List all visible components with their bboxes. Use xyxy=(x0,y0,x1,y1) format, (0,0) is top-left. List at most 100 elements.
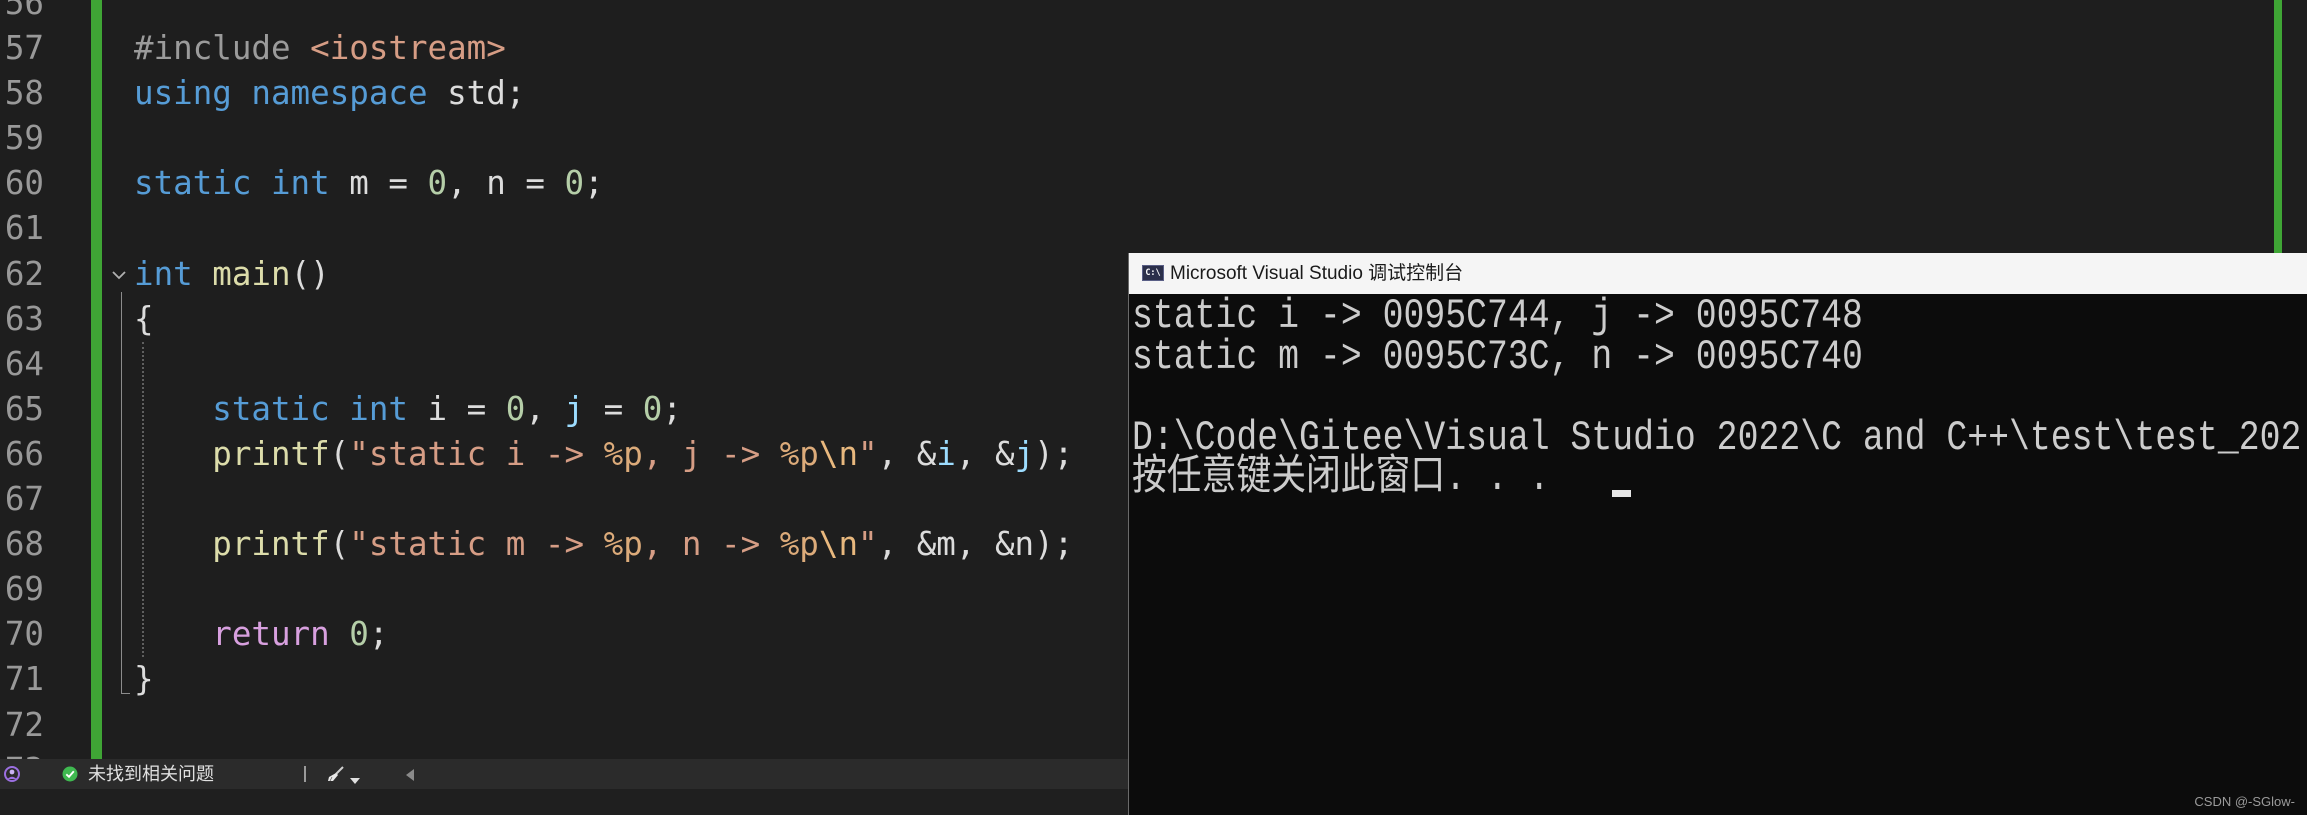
line-number: 72 xyxy=(4,705,44,744)
line-number-gutter: 56 57 58 59 60 61 62 63 64 65 66 67 68 6… xyxy=(0,0,44,759)
code-token: %p xyxy=(779,525,819,564)
console-app-icon: C:\ xyxy=(1142,265,1164,281)
line-number: 63 xyxy=(4,299,44,338)
code-token: ; xyxy=(584,164,604,203)
code-token: namespace xyxy=(251,74,428,113)
code-text: #include <iostream> using namespace std;… xyxy=(134,0,1073,759)
console-line: D:\Code\Gitee\Visual Studio 2022\C and C… xyxy=(1129,415,2307,462)
code-token: () xyxy=(290,254,330,293)
code-token: "static m -> xyxy=(349,525,604,564)
code-token: i xyxy=(936,434,956,473)
code-token: m = xyxy=(329,164,428,203)
copilot-icon[interactable] xyxy=(3,765,21,783)
line-number: 71 xyxy=(4,660,44,699)
line-number: 58 xyxy=(4,74,44,113)
chevron-down-icon[interactable] xyxy=(350,771,360,784)
code-line-66: printf ( "static i -> %p , j -> %p \n " … xyxy=(134,432,1073,477)
code-token: , n = xyxy=(447,164,565,203)
code-token: 0 xyxy=(642,389,663,428)
code-token: , & xyxy=(955,434,1015,473)
brush-icon[interactable] xyxy=(326,765,346,783)
code-token: = xyxy=(584,389,643,428)
outline-bracket xyxy=(121,292,130,694)
console-line-text: static m -> 0095C73C, n -> 0095C740 xyxy=(1132,334,1863,381)
change-tracking-bar xyxy=(91,0,102,759)
code-token: i = xyxy=(407,389,506,428)
code-token: main xyxy=(212,254,291,293)
code-token: std; xyxy=(427,74,526,113)
code-token: 0 xyxy=(349,615,369,654)
code-token: ( xyxy=(329,434,350,473)
code-token: j xyxy=(564,389,585,428)
code-token: printf xyxy=(212,525,330,564)
arrow-left-icon[interactable] xyxy=(405,768,415,781)
code-token: "static i -> xyxy=(349,434,604,473)
watermark: CSDN @-SGlow- xyxy=(2194,794,2295,809)
code-token: \n xyxy=(818,525,859,564)
code-token: ( xyxy=(329,525,350,564)
code-token: , j -> xyxy=(642,434,780,473)
console-line: static i -> 0095C744, j -> 0095C748 xyxy=(1129,294,2307,340)
line-number: 59 xyxy=(4,119,44,158)
code-token: " xyxy=(858,434,878,473)
code-token: <iostream> xyxy=(310,29,506,68)
line-number: 65 xyxy=(4,389,44,428)
code-token: %p xyxy=(779,434,819,473)
line-number: 73 xyxy=(0,748,44,759)
code-token: , &m, &n); xyxy=(877,525,1074,564)
code-token: \n xyxy=(818,434,859,473)
code-token: { xyxy=(134,299,154,338)
code-line-68: printf ( "static m -> %p , n -> %p \n " … xyxy=(134,522,1073,567)
code-token: ); xyxy=(1034,434,1074,473)
code-token: , xyxy=(525,389,565,428)
line-number: 56 xyxy=(4,0,44,22)
issues-text: 未找到相关问题 xyxy=(88,764,214,784)
console-icon-label: C:\ xyxy=(1145,268,1161,278)
console-line: 按任意键关闭此窗口. . . xyxy=(1129,456,2307,503)
code-token: static xyxy=(212,389,330,428)
line-number: 57 xyxy=(4,29,44,68)
code-token: return xyxy=(212,615,330,654)
code-token: 0 xyxy=(564,164,585,203)
code-line-57: #include <iostream> xyxy=(134,26,1073,71)
console-output[interactable]: static i -> 0095C744, j -> 0095C748 stat… xyxy=(1129,294,2307,815)
code-token: , n -> xyxy=(642,525,780,564)
code-token: int xyxy=(270,164,330,203)
code-line-71: } xyxy=(134,657,1073,702)
line-number: 64 xyxy=(4,344,44,383)
code-token: , & xyxy=(877,434,937,473)
line-number: 66 xyxy=(4,434,44,473)
code-token: #include xyxy=(134,29,291,68)
code-line-70: return 0 ; xyxy=(134,612,1073,657)
code-token: int xyxy=(134,254,193,293)
console-title-bar[interactable]: C:\ Microsoft Visual Studio 调试控制台 xyxy=(1129,253,2307,294)
console-title: Microsoft Visual Studio 调试控制台 xyxy=(1170,263,1464,284)
code-line-58: using namespace std; xyxy=(134,71,1073,116)
fold-chevron-icon[interactable] xyxy=(111,268,127,280)
code-line-65: static int i = 0 , j = 0 ; xyxy=(134,387,1073,432)
code-token: " xyxy=(858,525,878,564)
code-token: } xyxy=(134,660,154,699)
console-cursor xyxy=(1612,490,1632,498)
code-token: %p xyxy=(603,434,643,473)
check-circle-icon xyxy=(62,766,78,782)
code-token: ; xyxy=(662,389,682,428)
debug-console-window[interactable]: C:\ Microsoft Visual Studio 调试控制台 static… xyxy=(1128,253,2307,815)
code-line-63: { xyxy=(134,297,1073,342)
line-number: 62 xyxy=(4,254,44,293)
issues-indicator[interactable]: 未找到相关问题 xyxy=(60,759,230,789)
code-token: using xyxy=(134,74,232,113)
